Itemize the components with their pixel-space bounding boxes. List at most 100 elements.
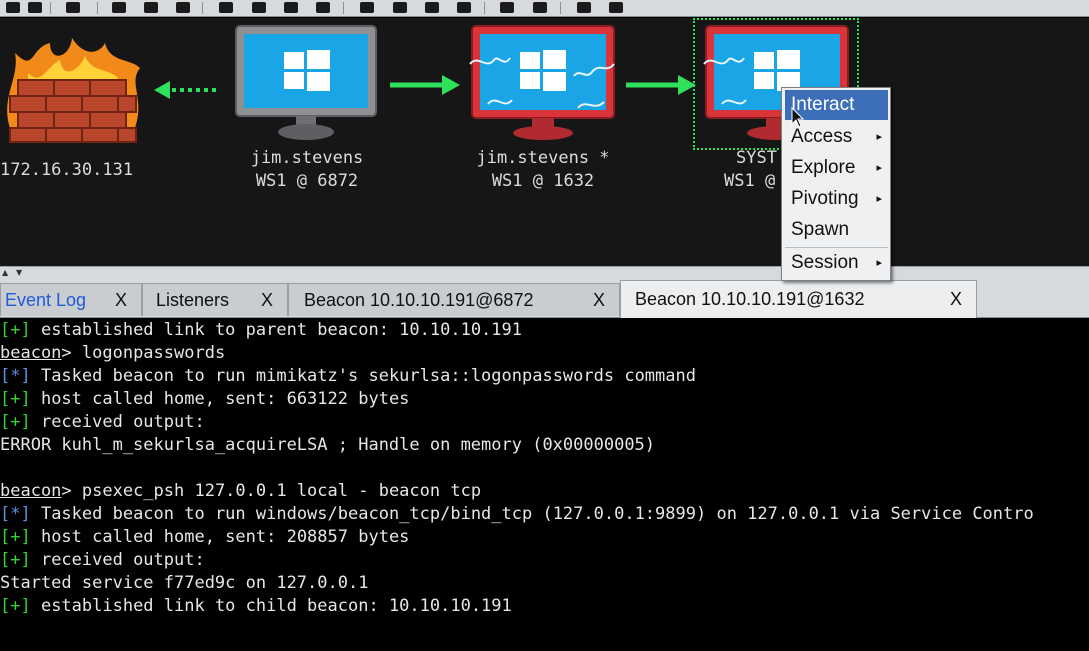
console-text: received output:	[30, 412, 205, 432]
menu-item-explore[interactable]: Explore ▸	[785, 153, 888, 183]
console-text: established link to child beacon: 10.10.…	[30, 596, 512, 616]
toolbar-separator	[560, 2, 561, 14]
toolbar-button-11[interactable]	[356, 0, 378, 15]
console-prefix: [*]	[0, 504, 31, 524]
console-text: established link to parent beacon: 10.10…	[30, 320, 522, 340]
computer-node-6872[interactable]	[234, 24, 378, 142]
toolbar-separator	[97, 2, 98, 14]
console-prefix: [+]	[0, 596, 31, 616]
console-line: [+] host called home, sent: 663122 bytes	[0, 388, 1089, 411]
splitter-up-icon[interactable]: ▲	[2, 268, 8, 277]
menu-item-label: Pivoting	[791, 188, 859, 209]
console-prefix: [+]	[0, 389, 31, 409]
tab-bar: Event Log X Listeners X Beacon 10.10.10.…	[0, 280, 1089, 318]
toolbar-icon	[577, 2, 591, 13]
tab-close-button[interactable]: X	[950, 289, 962, 310]
node-label-host: WS1 @ 6872	[255, 171, 359, 191]
firewall-icon[interactable]	[0, 38, 150, 148]
toolbar-button-1[interactable]	[2, 0, 24, 15]
toolbar-icon	[500, 2, 514, 13]
console-prefix: [+]	[0, 412, 31, 432]
menu-item-label: Spawn	[791, 219, 850, 240]
toolbar-separator	[50, 2, 51, 14]
tab-close-button[interactable]: X	[115, 290, 127, 311]
toolbar-button-13[interactable]	[421, 0, 443, 15]
toolbar-button-6[interactable]	[172, 0, 194, 15]
toolbar-button-9[interactable]	[280, 0, 302, 15]
menu-item-label: Explore	[791, 157, 856, 178]
toolbar-icon	[176, 2, 190, 13]
tab-label: Beacon 10.10.10.191@1632	[635, 289, 865, 309]
tab-label: Event Log	[5, 289, 87, 310]
console-line: [+] established link to child beacon: 10…	[0, 595, 1089, 618]
toolbar-button-4[interactable]	[108, 0, 130, 15]
toolbar-button-7[interactable]	[215, 0, 237, 15]
node-label-system: SYST WS1 @	[724, 147, 784, 193]
beacon-console[interactable]: [+] established link to parent beacon: 1…	[0, 319, 1089, 651]
console-text: received output:	[30, 550, 205, 570]
toolbar-icon	[609, 2, 623, 13]
console-text: Tasked beacon to run windows/beacon_tcp/…	[30, 504, 1034, 524]
node-label-6872: jim.stevens WS1 @ 6872	[225, 147, 389, 193]
tab-listeners[interactable]: Listeners X	[142, 283, 288, 316]
toolbar-icon	[112, 2, 126, 13]
submenu-arrow-icon: ▸	[876, 131, 882, 143]
console-prefix: [+]	[0, 550, 31, 570]
toolbar-button-14[interactable]	[453, 0, 475, 15]
console-line: beacon> logonpasswords	[0, 342, 1089, 365]
console-line: [+] host called home, sent: 208857 bytes	[0, 526, 1089, 549]
console-text: ERROR kuhl_m_sekurlsa_acquireLSA ; Handl…	[0, 435, 656, 455]
toolbar-button-5[interactable]	[140, 0, 162, 15]
pivot-graph: 172.16.30.131 jim.stevens WS1 @ 6872 jim…	[0, 18, 1089, 266]
console-prompt: beacon	[0, 343, 62, 363]
menu-item-pivoting[interactable]: Pivoting ▸	[785, 184, 888, 214]
menu-item-label: Session	[791, 252, 859, 273]
tab-close-button[interactable]: X	[593, 290, 605, 311]
arrow-right-icon	[390, 75, 460, 95]
toolbar-icon	[360, 2, 374, 13]
tab-beacon-6872[interactable]: Beacon 10.10.10.191@6872 X	[288, 283, 620, 316]
node-label-1632: jim.stevens * WS1 @ 1632	[460, 147, 626, 193]
toolbar-icon	[66, 2, 80, 13]
toolbar-icon	[457, 2, 471, 13]
toolbar-button-2[interactable]	[24, 0, 46, 15]
submenu-arrow-icon: ▸	[876, 162, 882, 174]
panel-splitter[interactable]: ▲ ▼	[0, 266, 1089, 280]
menu-item-session[interactable]: Session ▸	[785, 248, 888, 278]
console-line: ERROR kuhl_m_sekurlsa_acquireLSA ; Handl…	[0, 434, 1089, 457]
menu-item-label: Access	[791, 126, 853, 147]
menu-item-spawn[interactable]: Spawn	[785, 215, 888, 245]
console-text: host called home, sent: 663122 bytes	[30, 389, 410, 409]
toolbar-separator	[484, 2, 485, 14]
toolbar-button-8[interactable]	[248, 0, 270, 15]
toolbar-icon	[284, 2, 298, 13]
toolbar-icon	[28, 2, 42, 13]
toolbar-icon	[144, 2, 158, 13]
splitter-down-icon[interactable]: ▼	[16, 268, 22, 277]
tab-beacon-1632[interactable]: Beacon 10.10.10.191@1632 X	[620, 280, 977, 318]
submenu-arrow-icon: ▸	[876, 193, 882, 205]
tab-close-button[interactable]: X	[261, 290, 273, 311]
console-text: > logonpasswords	[61, 343, 226, 363]
toolbar-icon	[533, 2, 547, 13]
computer-node-1632[interactable]	[468, 24, 618, 142]
console-line: [+] established link to parent beacon: 1…	[0, 319, 1089, 342]
toolbar-button-18[interactable]	[605, 0, 627, 15]
node-label-firewall: 172.16.30.131	[0, 159, 142, 182]
toolbar-button-12[interactable]	[389, 0, 411, 15]
console-text: Started service f77ed9c on 127.0.0.1	[0, 573, 369, 593]
arrow-right-icon	[626, 75, 696, 95]
node-label-user: jim.stevens	[250, 148, 364, 168]
toolbar-icon	[393, 2, 407, 13]
console-text: host called home, sent: 208857 bytes	[30, 527, 410, 547]
toolbar-button-10[interactable]	[312, 0, 334, 15]
toolbar-button-16[interactable]	[529, 0, 551, 15]
tab-event-log[interactable]: Event Log X	[0, 283, 142, 316]
mouse-cursor-icon	[791, 107, 805, 128]
console-line: beacon> psexec_psh 127.0.0.1 local - bea…	[0, 480, 1089, 503]
toolbar-button-15[interactable]	[496, 0, 518, 15]
toolbar-button-17[interactable]	[573, 0, 595, 15]
console-line: [+] received output:	[0, 411, 1089, 434]
toolbar-button-3[interactable]	[62, 0, 84, 15]
console-text: Tasked beacon to run mimikatz's sekurlsa…	[30, 366, 696, 386]
